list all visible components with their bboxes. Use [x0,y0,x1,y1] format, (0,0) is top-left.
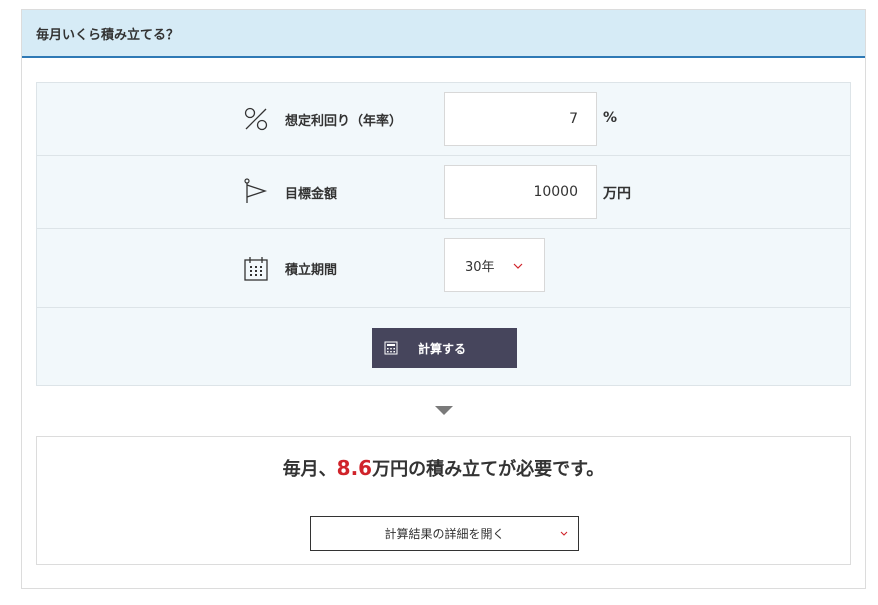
target-unit: 万円 [603,186,631,202]
rate-row: 想定利回り（年率） 7 % [37,83,850,156]
result-message: 毎月、8.6万円の積み立てが必要です。 [37,455,850,481]
calculator-form: 想定利回り（年率） 7 % 目標金額 10000 万円 積立期間 30年 計算す… [36,82,851,386]
arrow-down-icon [435,406,453,415]
calculate-button[interactable]: 計算する [372,328,517,368]
period-select[interactable]: 30年 [444,238,545,292]
panel-title: 毎月いくら積み立てる？ [36,27,180,43]
calculator-icon [384,341,398,355]
result-box: 毎月、8.6万円の積み立てが必要です。 計算結果の詳細を開く [36,436,851,565]
calc-row: 計算する [37,308,850,385]
target-row: 目標金額 10000 万円 [37,156,850,229]
rate-unit: % [603,110,618,126]
target-amount-input[interactable]: 10000 [444,165,597,219]
period-label: 積立期間 [285,263,338,278]
flag-icon [244,178,268,203]
result-prefix: 毎月、 [282,459,337,480]
chevron-down-icon [513,263,523,269]
panel-header: 毎月いくら積み立てる？ [22,10,865,58]
rate-label: 想定利回り（年率） [285,114,403,129]
chevron-down-icon [560,531,568,536]
open-details-label: 計算結果の詳細を開く [384,527,505,541]
rate-input[interactable]: 7 [444,92,597,146]
calculate-button-label: 計算する [418,341,467,356]
savings-calculator-panel: 毎月いくら積み立てる？ 想定利回り（年率） 7 % 目標金額 10000 万円 [21,9,866,589]
period-value: 30年 [465,259,495,275]
result-suffix: 万円の積み立てが必要です。 [372,459,605,480]
percent-icon [244,107,268,131]
open-details-button[interactable]: 計算結果の詳細を開く [310,516,579,551]
target-label: 目標金額 [285,187,338,202]
period-row: 積立期間 30年 [37,229,850,308]
calendar-icon [244,257,268,281]
result-value: 8.6 [336,456,373,480]
